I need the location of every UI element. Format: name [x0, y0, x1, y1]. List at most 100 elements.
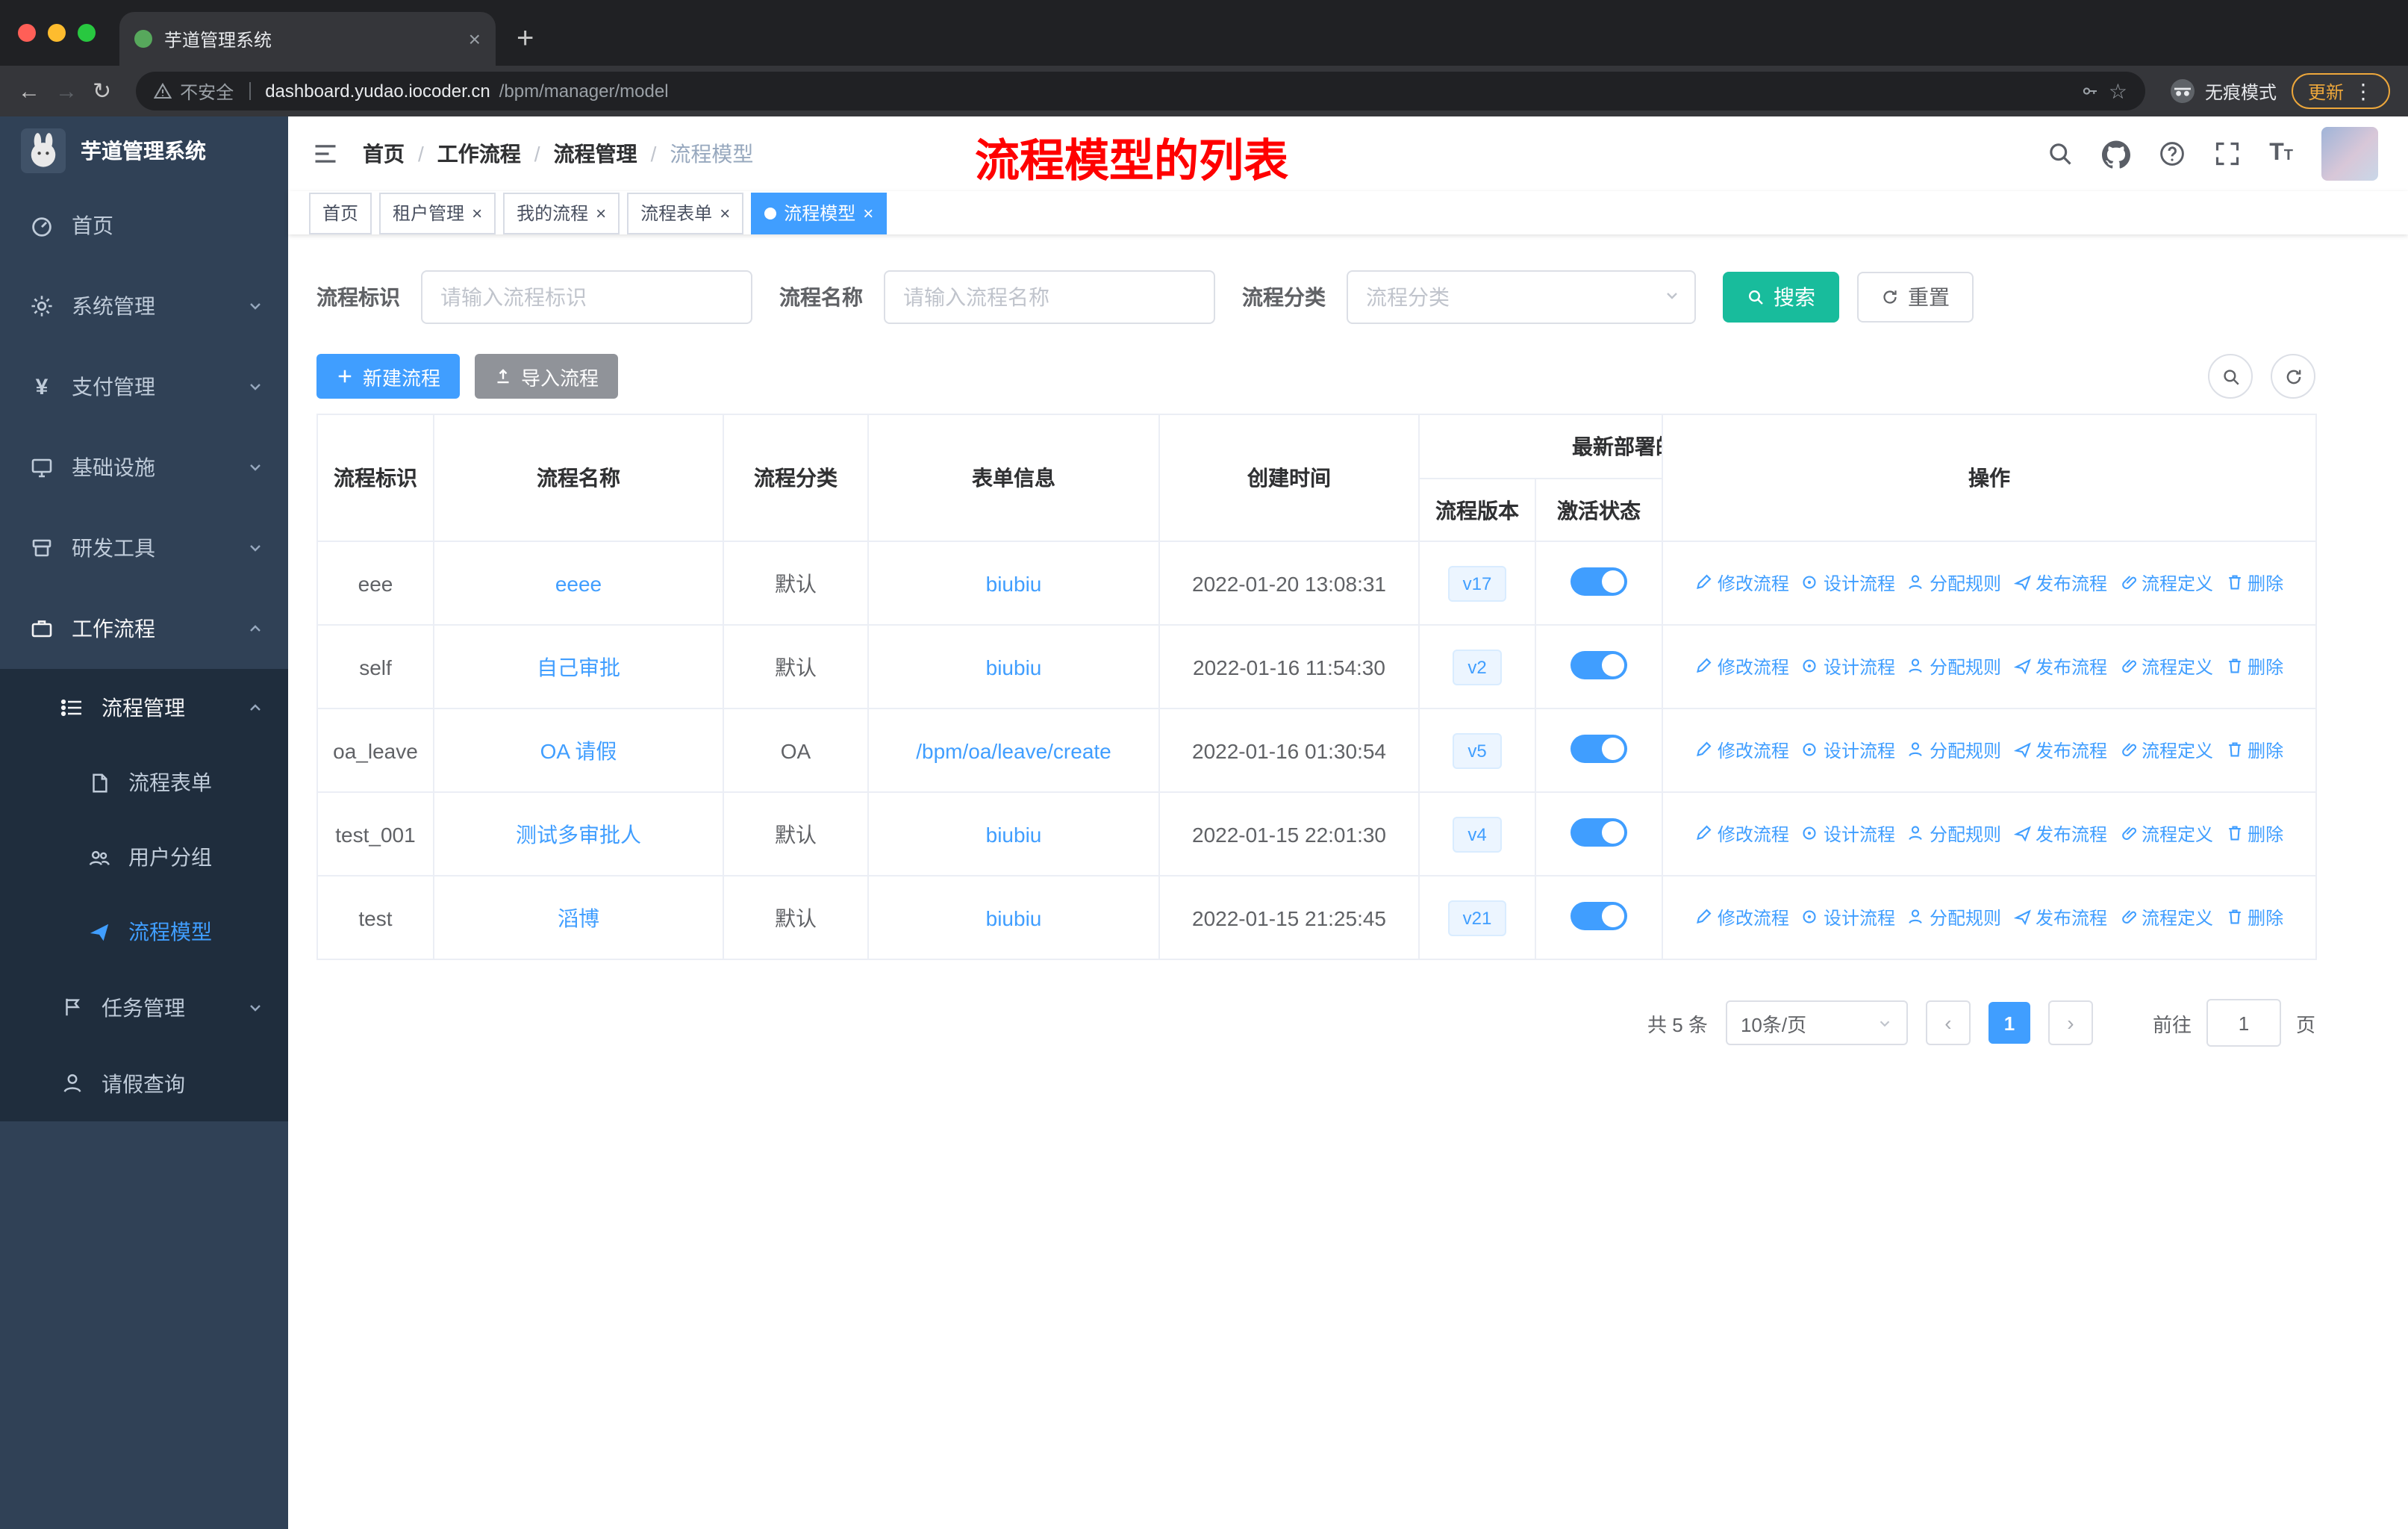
- process-id-input[interactable]: [421, 270, 752, 324]
- bookmark-star-icon[interactable]: ☆: [2109, 78, 2127, 104]
- op-design-link[interactable]: 设计流程: [1801, 821, 1895, 847]
- op-definition-link[interactable]: 流程定义: [2119, 570, 2213, 596]
- op-assign-link[interactable]: 分配规则: [1907, 738, 2001, 763]
- search-button[interactable]: 搜索: [1723, 272, 1839, 323]
- op-assign-link[interactable]: 分配规则: [1907, 821, 2001, 847]
- form-info-link[interactable]: biubiu: [986, 822, 1042, 846]
- refresh-table-button[interactable]: [2271, 354, 2315, 399]
- page-size-select[interactable]: 10条/页: [1725, 1000, 1908, 1045]
- op-publish-link[interactable]: 发布流程: [2013, 738, 2107, 763]
- op-edit-link[interactable]: 修改流程: [1695, 654, 1789, 679]
- sidebar-item-infra[interactable]: 基础设施: [0, 427, 288, 508]
- sidebar-item-process-form[interactable]: 流程表单: [0, 745, 288, 820]
- next-page-button[interactable]: ›: [2047, 1000, 2093, 1045]
- close-window-button[interactable]: [18, 24, 36, 42]
- search-icon[interactable]: [2047, 140, 2074, 167]
- update-button[interactable]: 更新 ⋮: [2291, 73, 2390, 109]
- op-assign-link[interactable]: 分配规则: [1907, 905, 2001, 930]
- form-info-link[interactable]: biubiu: [986, 571, 1042, 595]
- op-edit-link[interactable]: 修改流程: [1695, 738, 1789, 763]
- fullscreen-icon[interactable]: [2214, 140, 2241, 167]
- github-icon[interactable]: [2102, 140, 2131, 168]
- form-info-link[interactable]: /bpm/oa/leave/create: [916, 738, 1111, 762]
- sidebar-item-leave-query[interactable]: 请假查询: [0, 1045, 288, 1121]
- font-size-icon[interactable]: TT: [2269, 141, 2293, 166]
- category-select[interactable]: [1347, 270, 1696, 324]
- tag-process-model[interactable]: 流程模型 ×: [751, 192, 888, 234]
- address-bar[interactable]: 不安全 dashboard.yudao.iocoder.cn/bpm/manag…: [135, 72, 2145, 110]
- forward-icon[interactable]: →: [55, 78, 78, 104]
- tag-home[interactable]: 首页: [309, 192, 372, 234]
- breadcrumb-item[interactable]: 工作流程: [437, 139, 521, 169]
- back-icon[interactable]: ←: [18, 78, 40, 104]
- sidebar-item-task-mgmt[interactable]: 任务管理: [0, 969, 288, 1045]
- avatar[interactable]: [2321, 127, 2378, 181]
- process-name-link[interactable]: 滔博: [558, 906, 599, 929]
- op-publish-link[interactable]: 发布流程: [2013, 654, 2107, 679]
- op-delete-link[interactable]: 删除: [2225, 654, 2283, 679]
- help-icon[interactable]: [2159, 140, 2186, 167]
- prev-page-button[interactable]: ‹: [1925, 1000, 1971, 1045]
- op-delete-link[interactable]: 删除: [2225, 738, 2283, 763]
- sidebar-item-user-group[interactable]: 用户分组: [0, 820, 288, 894]
- goto-page-input[interactable]: [2206, 999, 2281, 1047]
- op-design-link[interactable]: 设计流程: [1801, 570, 1895, 596]
- close-icon[interactable]: ×: [863, 204, 873, 222]
- sidebar-item-system[interactable]: 系统管理: [0, 266, 288, 346]
- minimize-window-button[interactable]: [48, 24, 66, 42]
- op-design-link[interactable]: 设计流程: [1801, 654, 1895, 679]
- show-search-button[interactable]: [2208, 354, 2253, 399]
- close-icon[interactable]: ×: [720, 204, 730, 222]
- active-toggle[interactable]: [1570, 818, 1627, 846]
- reset-button[interactable]: 重置: [1857, 272, 1974, 323]
- sidebar-item-workflow[interactable]: 工作流程: [0, 588, 288, 669]
- sidebar-item-home[interactable]: 首页: [0, 185, 288, 266]
- op-definition-link[interactable]: 流程定义: [2119, 738, 2213, 763]
- op-delete-link[interactable]: 删除: [2225, 570, 2283, 596]
- process-name-link[interactable]: OA 请假: [540, 738, 617, 762]
- op-design-link[interactable]: 设计流程: [1801, 738, 1895, 763]
- process-name-link[interactable]: 测试多审批人: [516, 822, 641, 846]
- op-publish-link[interactable]: 发布流程: [2013, 821, 2107, 847]
- sidebar-item-devtools[interactable]: 研发工具: [0, 508, 288, 588]
- breadcrumb-item[interactable]: 首页: [363, 139, 405, 169]
- tag-my-process[interactable]: 我的流程 ×: [503, 192, 620, 234]
- current-page-button[interactable]: 1: [1988, 1002, 2030, 1044]
- form-info-link[interactable]: biubiu: [986, 655, 1042, 679]
- close-icon[interactable]: ×: [472, 204, 482, 222]
- active-toggle[interactable]: [1570, 567, 1627, 595]
- op-assign-link[interactable]: 分配规则: [1907, 654, 2001, 679]
- op-delete-link[interactable]: 删除: [2225, 905, 2283, 930]
- active-toggle[interactable]: [1570, 901, 1627, 929]
- tab-close-icon[interactable]: ×: [469, 27, 481, 51]
- active-toggle[interactable]: [1570, 734, 1627, 762]
- import-process-button[interactable]: 导入流程: [475, 354, 619, 399]
- op-edit-link[interactable]: 修改流程: [1695, 905, 1789, 930]
- reload-icon[interactable]: ↻: [93, 78, 111, 105]
- sidebar-item-process-model[interactable]: 流程模型: [0, 894, 288, 969]
- sidebar-item-process-mgmt[interactable]: 流程管理: [0, 669, 288, 745]
- process-name-link[interactable]: 自己审批: [537, 655, 620, 679]
- op-publish-link[interactable]: 发布流程: [2013, 905, 2107, 930]
- breadcrumb-item[interactable]: 流程管理: [554, 139, 637, 169]
- close-icon[interactable]: ×: [596, 204, 606, 222]
- create-process-button[interactable]: 新建流程: [316, 354, 461, 399]
- tag-process-form[interactable]: 流程表单 ×: [627, 192, 744, 234]
- op-edit-link[interactable]: 修改流程: [1695, 821, 1789, 847]
- browser-tab[interactable]: 芋道管理系统 ×: [119, 12, 496, 66]
- op-definition-link[interactable]: 流程定义: [2119, 654, 2213, 679]
- op-design-link[interactable]: 设计流程: [1801, 905, 1895, 930]
- op-publish-link[interactable]: 发布流程: [2013, 570, 2107, 596]
- tag-tenant[interactable]: 租户管理 ×: [379, 192, 496, 234]
- sidebar-item-payment[interactable]: ¥ 支付管理: [0, 346, 288, 427]
- process-name-input[interactable]: [884, 270, 1215, 324]
- sidebar-toggle-icon[interactable]: [312, 140, 339, 167]
- form-info-link[interactable]: biubiu: [986, 906, 1042, 929]
- new-tab-button[interactable]: +: [517, 24, 534, 54]
- op-edit-link[interactable]: 修改流程: [1695, 570, 1789, 596]
- active-toggle[interactable]: [1570, 650, 1627, 679]
- op-assign-link[interactable]: 分配规则: [1907, 570, 2001, 596]
- op-delete-link[interactable]: 删除: [2225, 821, 2283, 847]
- zoom-window-button[interactable]: [78, 24, 96, 42]
- key-icon[interactable]: [2082, 82, 2100, 100]
